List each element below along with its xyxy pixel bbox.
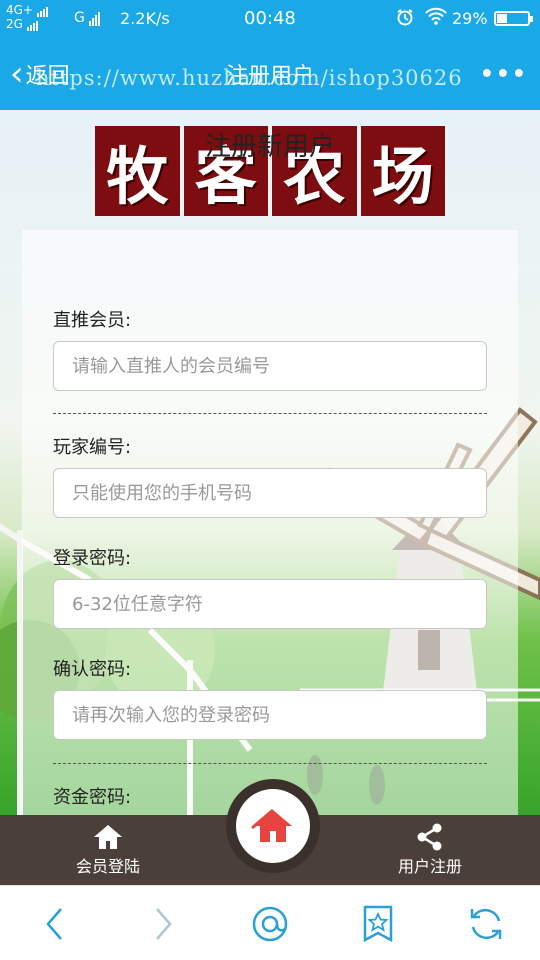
clock: 00:48	[244, 8, 296, 29]
member-login-label: 会员登陆	[75, 857, 140, 876]
back-arrow-icon	[46, 908, 62, 940]
divider	[53, 413, 487, 414]
network-type: 4G+ 2G	[6, 3, 49, 31]
player-id-label: 玩家编号:	[53, 437, 132, 458]
browser-forward-button[interactable]	[142, 904, 182, 944]
app-header: ‹ 返回 注册用户 ••• https://www.huzhan.com/ish…	[0, 36, 540, 110]
alarm-icon	[396, 8, 414, 31]
refresh-button[interactable]	[466, 904, 506, 944]
more-menu-button[interactable]: •••	[480, 62, 528, 87]
fund-password-label: 资金密码:	[53, 787, 132, 808]
browser-home-button[interactable]	[250, 904, 290, 944]
member-login-tab[interactable]: 会员登陆	[60, 815, 156, 885]
browser-home-icon	[252, 906, 288, 942]
browser-back-button[interactable]	[36, 904, 76, 944]
forward-arrow-icon	[156, 908, 172, 940]
form-title: 注册新用户	[204, 132, 335, 162]
login-password-input[interactable]	[53, 579, 487, 629]
signal-indicator: G	[74, 10, 101, 26]
confirm-password-input[interactable]	[53, 690, 487, 740]
watermark-url: https://www.huzhan.com/ishop30626	[36, 66, 463, 90]
refresh-icon	[470, 908, 502, 940]
status-bar: 4G+ 2G G 2.2K/s 00:48 29%	[0, 0, 540, 36]
bookmark-button[interactable]	[358, 904, 398, 944]
user-register-tab[interactable]: 用户注册	[384, 815, 476, 885]
user-register-label: 用户注册	[397, 857, 462, 876]
home-icon	[251, 808, 292, 842]
wifi-icon	[425, 7, 447, 30]
confirm-password-label: 确认密码:	[53, 659, 132, 680]
referrer-input[interactable]	[53, 341, 487, 391]
battery-icon	[494, 11, 533, 26]
bookmark-star-icon	[363, 905, 393, 943]
divider	[53, 763, 487, 764]
house-icon	[94, 825, 122, 849]
share-icon	[417, 823, 442, 851]
login-password-label: 登录密码:	[53, 548, 132, 569]
battery-percent: 29%	[452, 9, 488, 28]
referrer-label: 直推会员:	[53, 310, 132, 331]
browser-toolbar	[0, 885, 540, 960]
player-id-input[interactable]	[53, 468, 487, 518]
home-button[interactable]	[226, 779, 320, 873]
network-speed: 2.2K/s	[120, 9, 170, 28]
